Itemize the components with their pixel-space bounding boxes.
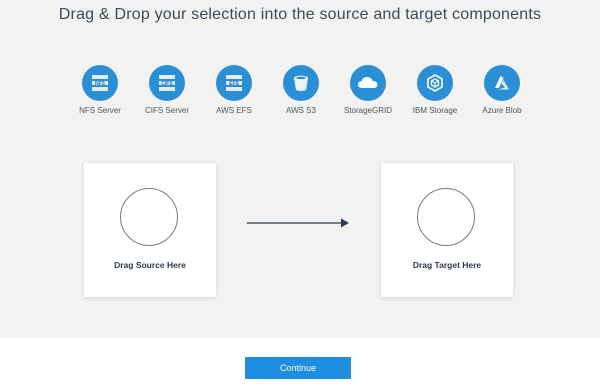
source-item-storagegrid[interactable]: StorageGRID xyxy=(334,65,402,115)
source-item-aws-efs[interactable]: EFS AWS EFS xyxy=(200,65,268,115)
source-label: Azure Blob xyxy=(482,106,522,115)
source-item-azure-blob[interactable]: Azure Blob xyxy=(468,65,536,115)
svg-text:EFS: EFS xyxy=(229,81,239,87)
nfs-server-icon: NFS xyxy=(82,65,118,101)
aws-s3-bucket-icon xyxy=(283,65,319,101)
ibm-storage-cube-icon xyxy=(417,65,453,101)
right-arrow-icon xyxy=(247,218,349,228)
azure-logo-icon xyxy=(484,65,520,101)
source-item-aws-s3[interactable]: AWS S3 xyxy=(267,65,335,115)
source-label: CIFS Server xyxy=(144,106,189,115)
source-label: StorageGRID xyxy=(343,106,393,115)
source-item-cifs-server[interactable]: CIFS CIFS Server xyxy=(133,65,201,115)
source-dropzone[interactable]: Drag Source Here xyxy=(84,163,216,297)
svg-text:CIFS: CIFS xyxy=(161,81,173,87)
source-item-ibm-storage[interactable]: IBM Storage xyxy=(401,65,469,115)
cifs-server-icon: CIFS xyxy=(149,65,185,101)
continue-button[interactable]: Continue xyxy=(245,357,351,379)
source-item-nfs-server[interactable]: NFS NFS Server xyxy=(66,65,134,115)
page-heading: Drag & Drop your selection into the sour… xyxy=(58,6,542,23)
source-label: NFS Server xyxy=(79,106,121,115)
storagegrid-cloud-icon xyxy=(350,65,386,101)
dropzone-circle xyxy=(120,188,178,246)
source-dropzone-label: Drag Source Here xyxy=(114,260,186,270)
aws-efs-icon: EFS xyxy=(216,65,252,101)
source-types-row: NFS NFS Server CIFS CIFS Server EFS AWS xyxy=(66,65,536,125)
target-dropzone-label: Drag Target Here xyxy=(412,260,482,270)
svg-text:NFS: NFS xyxy=(95,81,106,87)
source-label: AWS EFS xyxy=(216,106,252,115)
dropzone-circle xyxy=(417,188,475,246)
source-label: AWS S3 xyxy=(286,106,316,115)
source-label: IBM Storage xyxy=(412,106,458,115)
target-dropzone[interactable]: Drag Target Here xyxy=(381,163,513,297)
